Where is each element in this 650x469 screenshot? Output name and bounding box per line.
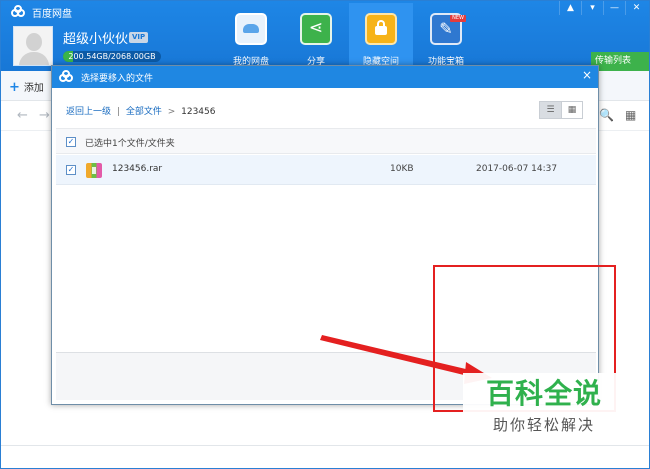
username[interactable]: 超级小伙伙 bbox=[63, 28, 128, 47]
minimize-button[interactable]: — bbox=[603, 1, 625, 15]
rar-archive-icon bbox=[86, 163, 102, 178]
nav-hidden-space[interactable]: 隐藏空间 bbox=[349, 3, 413, 69]
dialog-title: 选择要移入的文件 bbox=[81, 74, 154, 84]
watermark-title: 百科全说 bbox=[485, 377, 602, 410]
app-title: 百度网盘 bbox=[32, 8, 72, 20]
file-name: 123456.rar bbox=[112, 164, 163, 174]
new-badge: NEW bbox=[450, 15, 466, 22]
all-files-link[interactable]: 全部文件 bbox=[126, 107, 162, 117]
close-window-button[interactable]: ✕ bbox=[625, 1, 647, 15]
dialog-header: 选择要移入的文件 × bbox=[52, 66, 598, 88]
file-size: 10KB bbox=[390, 164, 414, 174]
file-checkbox[interactable]: ✓ bbox=[66, 165, 76, 175]
avatar[interactable] bbox=[13, 26, 53, 66]
top-bar: 百度网盘 超级小伙伙 VIP 200.54GB/2068.00GB 我的网盘 分… bbox=[1, 1, 649, 71]
view-toggle: ☰ ▦ bbox=[539, 101, 583, 119]
search-icon[interactable]: 🔍 bbox=[599, 108, 614, 122]
back-to-parent-link[interactable]: 返回上一级 bbox=[66, 107, 111, 117]
nav-toolbox[interactable]: 功能宝箱 bbox=[414, 3, 478, 69]
back-arrow-icon[interactable]: ← bbox=[17, 108, 28, 123]
nav-my-disk[interactable]: 我的网盘 bbox=[219, 3, 283, 69]
window-controls: ▲ ▾ — ✕ bbox=[559, 1, 647, 15]
watermark-subtitle: 助你轻松解决 bbox=[492, 416, 595, 434]
grid-view-icon[interactable]: ▦ bbox=[561, 102, 582, 118]
share-icon bbox=[300, 13, 332, 45]
file-date: 2017-06-07 14:37 bbox=[476, 164, 558, 174]
plus-icon: + bbox=[9, 80, 20, 95]
watermark-logo: 百科全说 助你轻松解决 bbox=[463, 373, 625, 441]
nav-share[interactable]: 分享 bbox=[284, 3, 348, 69]
grid-view-icon[interactable]: ▦ bbox=[625, 108, 636, 122]
transfer-list-label: 传输列表 bbox=[595, 56, 632, 66]
pin-icon[interactable]: ▲ bbox=[559, 1, 581, 15]
breadcrumb: 返回上一级 | 全部文件 > 123456 bbox=[66, 104, 215, 117]
baidu-cloud-logo-icon bbox=[59, 70, 75, 83]
storage-quota-text: 200.54GB/2068.00GB bbox=[68, 52, 156, 61]
storage-quota-bar: 200.54GB/2068.00GB bbox=[63, 51, 161, 62]
selected-count-text: 已选中1个文件/文件夹 bbox=[85, 139, 175, 149]
add-button-label: 添加 bbox=[23, 83, 44, 94]
baidu-cloud-logo-icon bbox=[11, 5, 27, 18]
vip-badge[interactable]: VIP bbox=[129, 32, 149, 43]
list-header: ✓ 已选中1个文件/文件夹 bbox=[56, 128, 596, 154]
breadcrumb-arrow: > bbox=[167, 107, 176, 117]
list-view-icon[interactable]: ☰ bbox=[540, 102, 561, 118]
forward-arrow-icon[interactable]: → bbox=[39, 108, 50, 123]
add-button[interactable]: + 添加 bbox=[9, 79, 44, 95]
breadcrumb-separator: | bbox=[116, 107, 120, 117]
cloud-drive-icon bbox=[235, 13, 267, 45]
menu-dropdown-icon[interactable]: ▾ bbox=[581, 1, 603, 15]
app-title-area: 百度网盘 bbox=[11, 5, 72, 20]
select-all-checkbox[interactable]: ✓ bbox=[66, 137, 76, 147]
lock-icon bbox=[365, 13, 397, 45]
transfer-list-button[interactable]: 传输列表 bbox=[591, 52, 649, 71]
file-row[interactable]: ✓ 123456.rar 10KB 2017-06-07 14:37 bbox=[56, 155, 596, 185]
status-bar bbox=[1, 445, 649, 468]
close-icon[interactable]: × bbox=[582, 68, 592, 82]
current-folder: 123456 bbox=[181, 107, 216, 117]
